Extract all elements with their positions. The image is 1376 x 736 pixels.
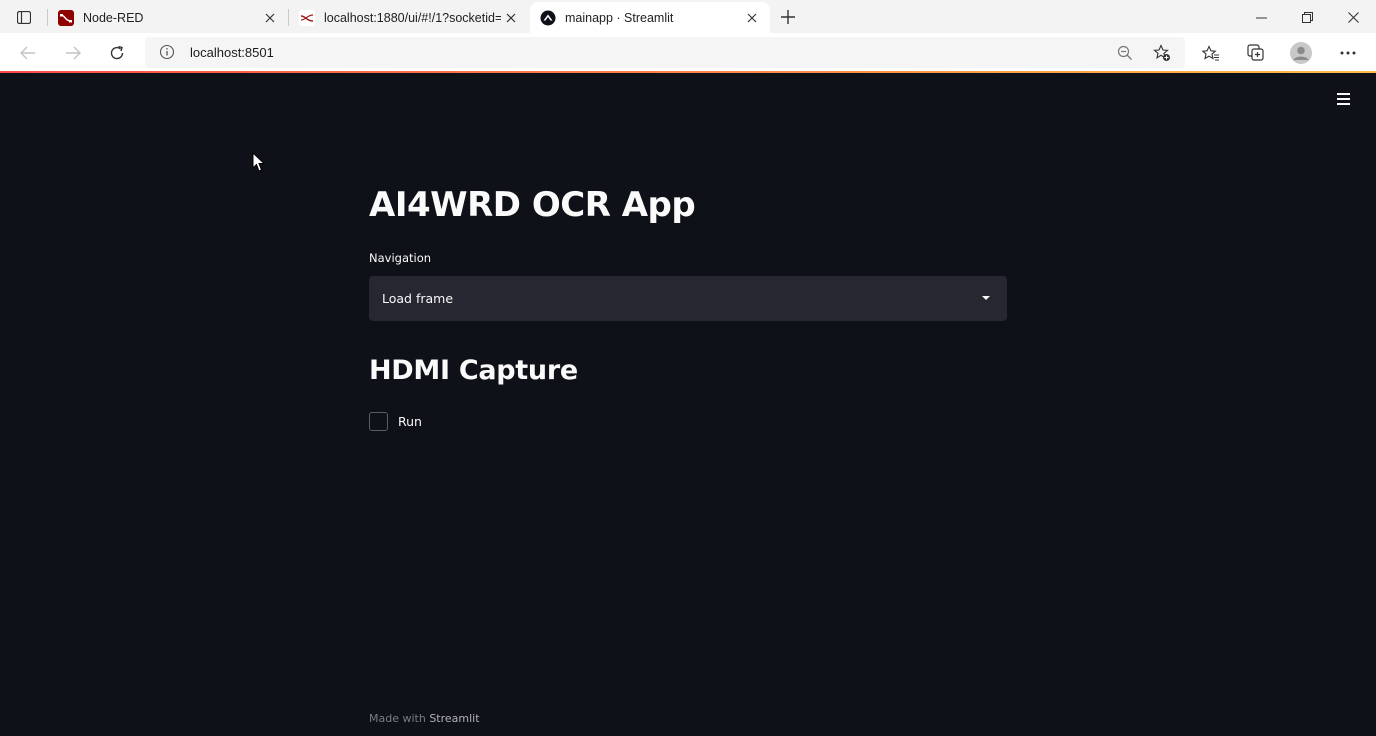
forward-arrow-icon[interactable] [61, 41, 85, 65]
section-title: HDMI Capture [369, 355, 578, 386]
streamlit-app: AI4WRD OCR App Navigation Load frame HDM… [0, 73, 1376, 736]
close-icon[interactable] [742, 8, 762, 28]
run-checkbox[interactable]: Run [369, 411, 422, 431]
tab-title: localhost:1880/ui/#!/1?socketid= [324, 10, 501, 25]
tab-actions-icon[interactable] [10, 7, 38, 27]
browser-toolbar: localhost:8501 [0, 33, 1376, 72]
collections-icon[interactable] [1244, 41, 1268, 65]
mouse-cursor-icon [252, 151, 266, 177]
more-options-icon[interactable] [1336, 41, 1360, 65]
node-red-dashboard-icon [299, 9, 315, 26]
zoom-icon[interactable] [1117, 45, 1133, 65]
address-bar[interactable]: localhost:8501 [145, 37, 1185, 68]
tab-node-red-dashboard[interactable]: localhost:1880/ui/#!/1?socketid= [289, 2, 529, 33]
navigation-select[interactable]: Load frame [369, 276, 1007, 321]
checkbox-box[interactable] [369, 411, 388, 431]
address-url: localhost:8501 [190, 45, 274, 60]
favorites-icon[interactable] [1199, 41, 1223, 65]
restore-icon[interactable] [1295, 5, 1319, 29]
navigation-label: Navigation [369, 251, 432, 265]
node-red-icon [58, 9, 74, 26]
back-arrow-icon[interactable] [16, 41, 40, 65]
tab-node-red[interactable]: Node-RED [48, 2, 288, 33]
profile-avatar-icon[interactable] [1289, 41, 1313, 65]
site-info-icon[interactable] [159, 44, 175, 64]
footer: Made with Streamlit [369, 712, 480, 725]
tab-title: mainapp · Streamlit [565, 10, 674, 25]
footer-streamlit-link[interactable]: Streamlit [429, 712, 479, 725]
close-window-icon[interactable] [1341, 5, 1365, 29]
streamlit-icon [540, 10, 556, 26]
tab-streamlit-active[interactable]: mainapp · Streamlit [530, 2, 770, 33]
close-icon[interactable] [260, 8, 280, 28]
refresh-icon[interactable] [105, 41, 129, 65]
main-menu-icon[interactable] [1333, 89, 1353, 109]
checkbox-label: Run [398, 413, 422, 429]
new-tab-button[interactable] [776, 5, 800, 29]
tab-title: Node-RED [83, 10, 144, 25]
minimize-icon[interactable] [1249, 5, 1273, 29]
browser-tab-bar: Node-RED localhost:1880/ui/#!/1?socketid… [0, 0, 1376, 33]
footer-prefix: Made with [369, 712, 426, 725]
page-title: AI4WRD OCR App [369, 185, 696, 225]
add-favorite-icon[interactable] [1153, 44, 1171, 66]
chevron-down-icon [982, 296, 990, 300]
navigation-selected-value: Load frame [382, 291, 454, 306]
close-icon[interactable] [501, 8, 521, 28]
